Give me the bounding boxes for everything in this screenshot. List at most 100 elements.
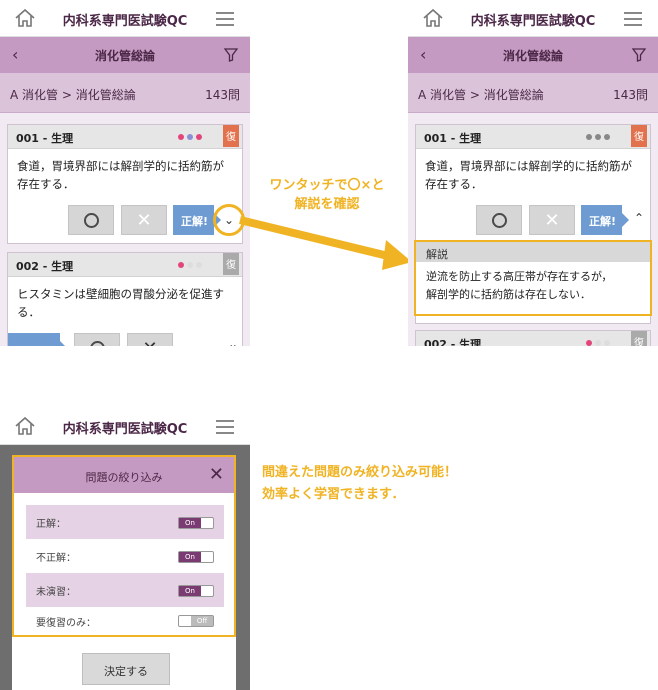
filter-dialog: 問題の絞り込み ✕ 正解： On 不正解： On 未演習： On 要復習のみ： …	[12, 455, 236, 637]
correct-label	[8, 333, 67, 346]
section-bar: ‹ 消化管総論	[408, 37, 658, 73]
dialog-title: 問題の絞り込み	[85, 471, 163, 484]
toggle-state: On	[179, 552, 201, 562]
filter-icon[interactable]	[632, 48, 646, 62]
circle-icon	[492, 213, 507, 228]
question-number: 002 - 生理	[424, 338, 482, 346]
cross-icon: ✕	[544, 210, 560, 231]
history-dots	[178, 262, 202, 268]
review-badge[interactable]: 復	[631, 125, 647, 147]
question-text: 食道，胃境界部には解剖学的に括約筋が存在する．	[17, 159, 224, 191]
question-card[interactable]: 002 - 生理 復 ヒスタミンは壁細胞の胃酸分泌を促進する． ✕ ⌄	[7, 252, 243, 346]
review-badge[interactable]: 復	[631, 331, 647, 346]
card-header: 002 - 生理 復	[416, 331, 650, 346]
filter-row-unattempted: 未演習： On	[26, 573, 224, 607]
toggle-state: On	[179, 518, 201, 528]
explanation-title: 解説	[416, 242, 650, 262]
caption-line: 間違えた問題のみ絞り込み可能！	[262, 465, 458, 480]
arrow-icon	[239, 216, 412, 270]
question-card[interactable]: 001 - 生理 復 食道，胃境界部には解剖学的に括約筋が存在する． ✕ 正解!…	[7, 124, 243, 244]
breadcrumb-bar: A 消化管 > 消化管総論 143問	[0, 73, 250, 113]
filter-label: 不正解：	[36, 553, 76, 564]
filter-label: 未演習：	[36, 587, 76, 598]
card-header: 002 - 生理 復	[8, 253, 242, 277]
app-title: 内科系専門医試験QC	[62, 422, 188, 437]
history-dots	[586, 340, 610, 346]
toggle-incorrect[interactable]: On	[178, 551, 214, 563]
section-bar: ‹ 消化管総論	[0, 37, 250, 73]
caption-line: 効率よく学習できます．	[262, 487, 405, 502]
question-text: ヒスタミンは壁細胞の胃酸分泌を促進する．	[17, 287, 224, 319]
toggle-state: Off	[191, 616, 213, 626]
toggle-review-only[interactable]: Off	[178, 615, 214, 627]
caption-filter: 間違えた問題のみ絞り込み可能！ 効率よく学習できます．	[262, 462, 562, 506]
question-card[interactable]: 002 - 生理 復	[415, 330, 651, 346]
answer-batsu-button[interactable]: ✕	[121, 205, 167, 235]
menu-icon[interactable]	[216, 12, 234, 26]
explanation-panel: 解説 逆流を防止する高圧帯が存在するが， 解剖学的に括約筋は存在しない．	[414, 240, 652, 316]
question-number: 002 - 生理	[16, 260, 74, 273]
screen-question-expanded: 内科系専門医試験QC ‹ 消化管総論 A 消化管 > 消化管総論 143問 00…	[408, 0, 658, 346]
chevron-up-icon[interactable]: ⌃	[634, 211, 644, 225]
breadcrumb: A 消化管 > 消化管総論	[10, 88, 136, 102]
filter-label: 要復習のみ：	[36, 618, 96, 629]
answer-maru-button[interactable]	[68, 205, 114, 235]
filter-icon[interactable]	[224, 48, 238, 62]
question-text: 食道，胃境界部には解剖学的に括約筋が存在する．	[425, 159, 632, 191]
answer-batsu-button[interactable]: ✕	[529, 205, 575, 235]
correct-label: 正解!	[581, 205, 630, 235]
breadcrumb: A 消化管 > 消化管総論	[418, 88, 544, 102]
caption-line: 解説を確認	[294, 197, 360, 212]
cross-icon: ✕	[128, 338, 172, 346]
menu-icon[interactable]	[624, 12, 642, 26]
home-icon[interactable]	[422, 8, 444, 28]
review-badge[interactable]: 復	[223, 125, 239, 147]
app-header: 内科系専門医試験QC	[0, 0, 250, 37]
question-count: 143問	[205, 88, 240, 102]
screen-filter-dialog: 内科系専門医試験QC 問題の絞り込み ✕ 正解： On 不正解： On 未演習：…	[0, 408, 250, 690]
filter-row-correct: 正解： On	[26, 505, 224, 539]
question-number: 001 - 生理	[424, 132, 482, 145]
home-icon[interactable]	[14, 8, 36, 28]
screen-question-list: 内科系専門医試験QC ‹ 消化管総論 A 消化管 > 消化管総論 143問 00…	[0, 0, 250, 346]
cross-icon: ✕	[136, 210, 152, 231]
card-header: 001 - 生理 復	[416, 125, 650, 149]
card-header: 001 - 生理 復	[8, 125, 242, 149]
toggle-correct[interactable]: On	[178, 517, 214, 529]
section-title: 消化管総論	[94, 49, 155, 63]
explanation-line: 逆流を防止する高圧帯が存在するが，	[426, 270, 613, 283]
home-icon[interactable]	[14, 416, 36, 436]
dialog-header: 問題の絞り込み ✕	[14, 457, 234, 493]
menu-icon[interactable]	[216, 420, 234, 434]
app-title: 内科系専門医試験QC	[470, 14, 596, 29]
back-icon[interactable]: ‹	[420, 45, 426, 64]
question-count: 143問	[613, 88, 648, 102]
chevron-down-icon[interactable]: ⌄	[228, 337, 238, 346]
answer-maru-button[interactable]	[74, 333, 120, 346]
explanation-text: 逆流を防止する高圧帯が存在するが， 解剖学的に括約筋は存在しない．	[416, 262, 650, 310]
history-dots	[586, 134, 610, 140]
history-dots	[178, 134, 202, 140]
filter-row-incorrect: 不正解： On	[26, 539, 224, 573]
section-title: 消化管総論	[502, 49, 563, 63]
filter-label: 正解：	[36, 519, 66, 530]
explanation-line: 解剖学的に括約筋は存在しない．	[426, 288, 591, 301]
toggle-unattempted[interactable]: On	[178, 585, 214, 597]
toggle-state: On	[179, 586, 201, 596]
answer-batsu-button[interactable]: ✕	[127, 333, 173, 346]
correct-label: 正解!	[173, 205, 222, 235]
app-header: 内科系専門医試験QC	[0, 408, 250, 445]
circle-icon	[84, 213, 99, 228]
answer-maru-button[interactable]	[476, 205, 522, 235]
breadcrumb-bar: A 消化管 > 消化管総論 143問	[408, 73, 658, 113]
close-icon[interactable]: ✕	[209, 464, 224, 485]
caption-one-tap: ワンタッチで〇×と 解説を確認	[252, 176, 402, 214]
app-header: 内科系専門医試験QC	[408, 0, 658, 37]
caption-line: ワンタッチで〇×と	[269, 178, 385, 193]
app-title: 内科系専門医試験QC	[62, 14, 188, 29]
confirm-button[interactable]: 決定する	[82, 653, 170, 685]
filter-row-review-only: 要復習のみ： Off	[26, 607, 224, 635]
question-number: 001 - 生理	[16, 132, 74, 145]
circle-icon	[90, 341, 105, 346]
back-icon[interactable]: ‹	[12, 45, 18, 64]
